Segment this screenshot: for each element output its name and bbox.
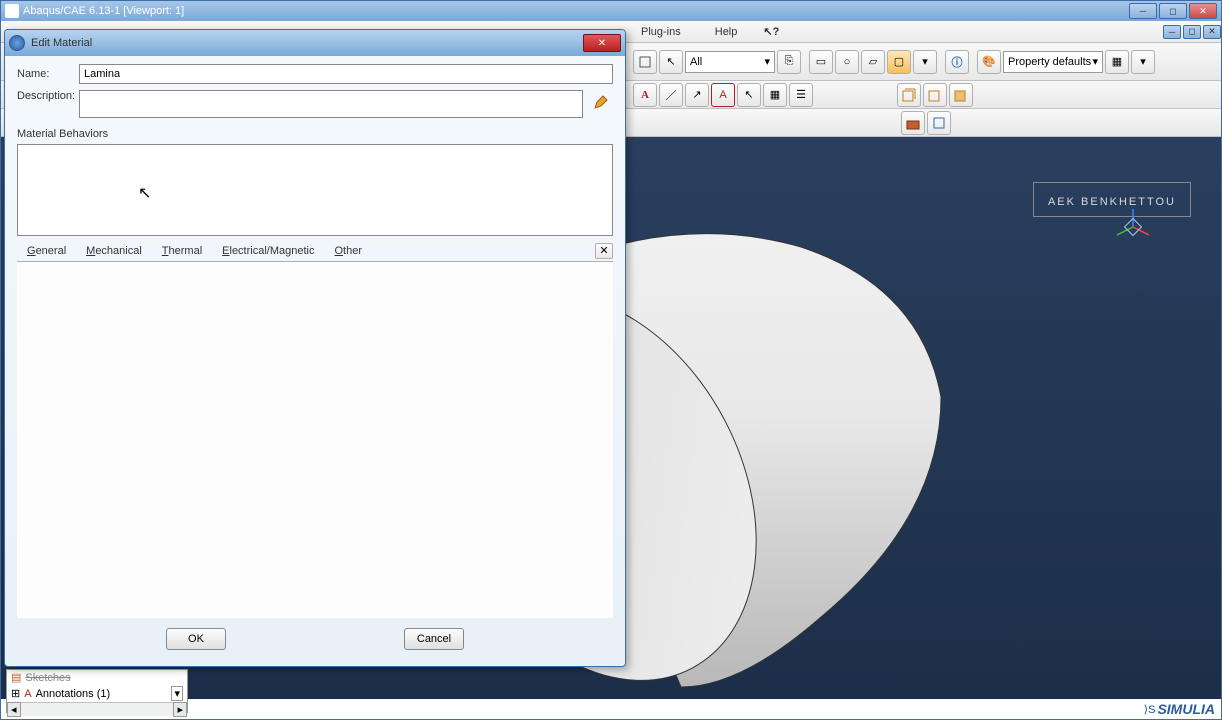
annotation-icon: A [24, 688, 31, 700]
copy-icon[interactable]: ⎘ [777, 50, 801, 74]
tab-thermal[interactable]: Thermal [152, 243, 212, 259]
description-input[interactable] [79, 90, 583, 118]
box-select-icon[interactable]: ▢ [887, 50, 911, 74]
dropdown-icon[interactable]: ▾ [913, 50, 937, 74]
footer-brand: ⟩S SIMULIA [1144, 699, 1215, 719]
view-triad-icon[interactable] [1113, 207, 1153, 247]
app-title: Abaqus/CAE 6.13-1 [Viewport: 1] [23, 5, 184, 17]
circle-select-icon[interactable]: ○ [835, 50, 859, 74]
table-icon[interactable]: ▦ [763, 83, 787, 107]
menu-plugins[interactable]: Plug-ins [625, 24, 697, 40]
edit-material-dialog: Edit Material ✕ Name: Description: Mater… [4, 29, 626, 667]
selection-filter-combo[interactable]: All▾ [685, 51, 775, 73]
text-a-icon[interactable]: A [711, 83, 735, 107]
scroll-right-icon[interactable]: ▸ [173, 702, 187, 717]
app-icon [5, 4, 19, 18]
menu-help[interactable]: Help [699, 24, 754, 40]
behaviors-listbox[interactable]: ↖ [17, 144, 613, 236]
edit-description-button[interactable] [589, 90, 613, 114]
material-content-area [17, 262, 613, 618]
tree-item-annotations[interactable]: ⊞ A Annotations (1) ▾ [7, 685, 187, 702]
context-help-icon[interactable]: ↖? [755, 23, 787, 40]
datum-plane-icon[interactable] [901, 111, 925, 135]
behaviors-label: Material Behaviors [17, 128, 613, 140]
description-label: Description: [17, 90, 79, 102]
sketch-icon: ▤ [11, 671, 21, 684]
name-input[interactable] [79, 64, 613, 84]
selection-cursor-icon[interactable]: ↖ [659, 50, 683, 74]
name-label: Name: [17, 68, 79, 80]
tab-other[interactable]: Other [324, 243, 372, 259]
wireframe-box-icon[interactable] [897, 83, 921, 107]
dialog-icon [9, 35, 25, 51]
tree-dropdown-icon[interactable]: ▾ [171, 686, 183, 701]
annotation-a-icon[interactable]: A [633, 83, 657, 107]
datum-axis-icon[interactable] [927, 111, 951, 135]
scroll-left-icon[interactable]: ◂ [7, 702, 21, 717]
dialog-title: Edit Material [31, 37, 92, 49]
pencil-icon [593, 94, 609, 110]
tree-scrollbar[interactable]: ◂ ▸ [7, 702, 187, 716]
cube-view-icon[interactable]: ▦ [1105, 50, 1129, 74]
model-tree-fragment: ▤ Sketches ⊞ A Annotations (1) ▾ ◂ ▸ [6, 669, 188, 713]
dialog-titlebar[interactable]: Edit Material ✕ [5, 30, 625, 56]
mdi-close-button[interactable]: ✕ [1203, 25, 1221, 39]
close-button[interactable]: ✕ [1189, 3, 1217, 19]
rectangle-select-icon[interactable]: ▭ [809, 50, 833, 74]
dropdown2-icon[interactable]: ▾ [1131, 50, 1155, 74]
tab-electrical[interactable]: Electrical/Magnetic [212, 243, 324, 259]
line-icon[interactable]: ／ [659, 83, 683, 107]
list-icon[interactable]: ☰ [789, 83, 813, 107]
info-icon[interactable]: ⓘ [945, 50, 969, 74]
cursor-icon[interactable]: ↖ [737, 83, 761, 107]
poly-select-icon[interactable]: ▱ [861, 50, 885, 74]
app-titlebar[interactable]: Abaqus/CAE 6.13-1 [Viewport: 1] ─ ◻ ✕ [1, 1, 1221, 21]
tab-mechanical[interactable]: Mechanical [76, 243, 152, 259]
shaded-box-icon[interactable] [949, 83, 973, 107]
mdi-restore-button[interactable]: ◻ [1183, 25, 1201, 39]
arrow-icon[interactable]: ↗ [685, 83, 709, 107]
query-icon[interactable] [633, 50, 657, 74]
tab-general[interactable]: GGeneraleneral [17, 243, 76, 259]
mdi-minimize-button[interactable]: ─ [1163, 25, 1181, 39]
cancel-button[interactable]: Cancel [404, 628, 464, 650]
ok-button[interactable]: OK [166, 628, 226, 650]
dialog-close-button[interactable]: ✕ [583, 34, 621, 52]
material-tabs: GGeneraleneral Mechanical Thermal Electr… [17, 240, 613, 262]
maximize-button[interactable]: ◻ [1159, 3, 1187, 19]
hidden-box-icon[interactable] [923, 83, 947, 107]
mouse-cursor-icon: ↖ [138, 183, 151, 203]
render-style-combo[interactable]: Property defaults▾ [1003, 51, 1103, 73]
tree-item-sketches[interactable]: ▤ Sketches [7, 670, 187, 685]
minimize-button[interactable]: ─ [1129, 3, 1157, 19]
expand-icon[interactable]: ⊞ [11, 687, 20, 700]
delete-behavior-button[interactable]: ✕ [595, 243, 613, 259]
watermark-label: AEK BENKHETTOU [1033, 182, 1191, 217]
color-palette-icon[interactable]: 🎨 [977, 50, 1001, 74]
